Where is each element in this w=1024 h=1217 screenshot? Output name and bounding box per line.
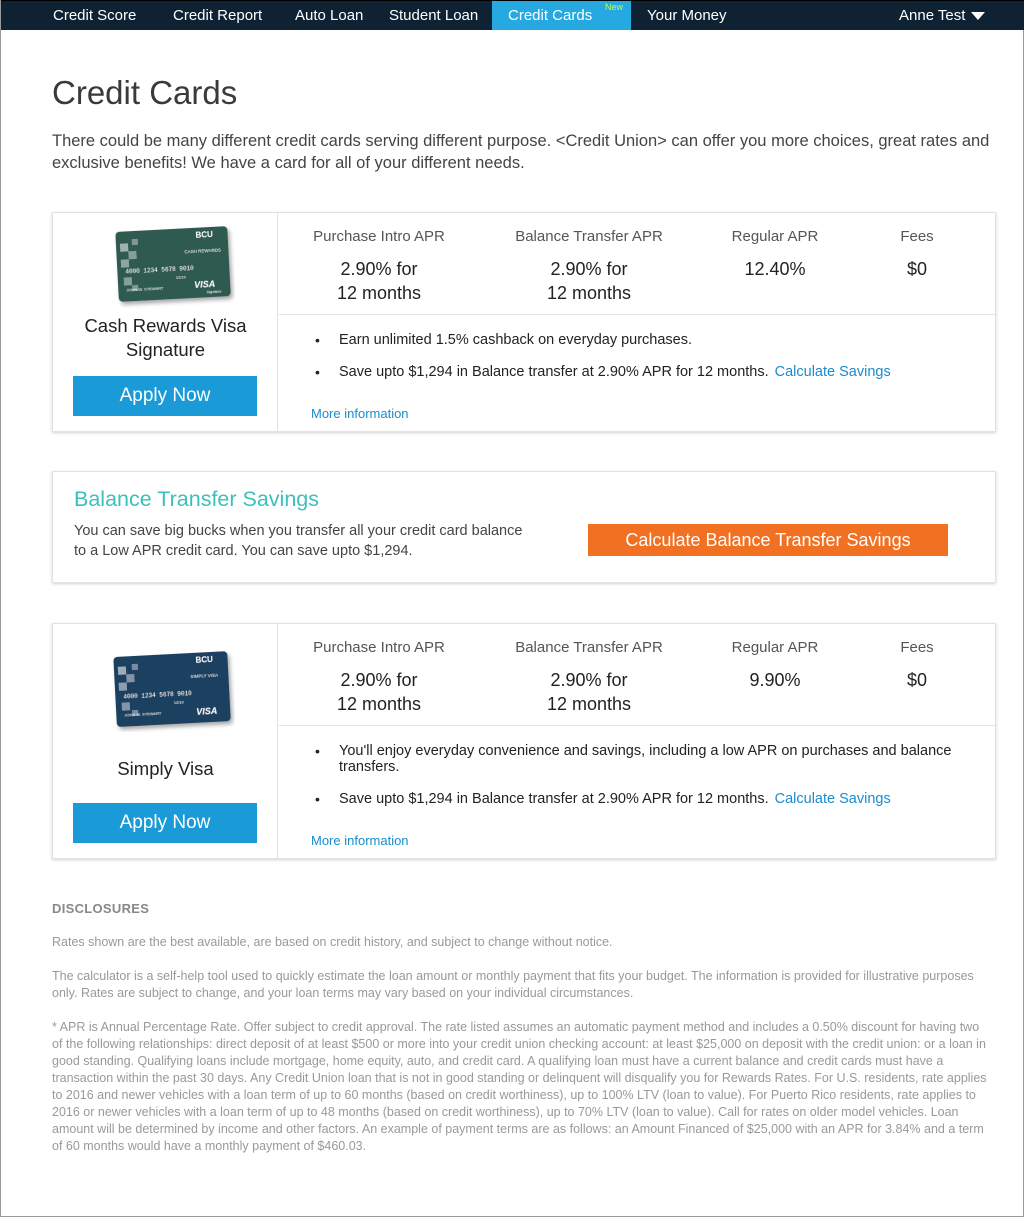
nav-credit-score[interactable]: Credit Score bbox=[53, 1, 136, 30]
user-menu[interactable]: Anne Test bbox=[899, 1, 986, 30]
regular-apr: Regular APR 12.40% bbox=[715, 228, 835, 281]
rate-value: 12.40% bbox=[744, 259, 806, 279]
rate-label: Balance Transfer APR bbox=[515, 639, 663, 656]
svg-text:VISA: VISA bbox=[196, 706, 218, 717]
rate-label: Fees bbox=[900, 639, 934, 656]
rate-value-line: 2.90% for bbox=[340, 259, 418, 279]
svg-text:12/19: 12/19 bbox=[176, 274, 187, 280]
rates-row: Purchase Intro APR 2.90% for 12 months B… bbox=[279, 624, 995, 726]
benefit-text: Save upto $1,294 in Balance transfer at … bbox=[339, 364, 769, 380]
page-title: Credit Cards bbox=[52, 74, 238, 111]
more-information-link[interactable]: More information bbox=[311, 833, 409, 848]
disclosure-paragraph: * APR is Annual Percentage Rate. Offer s… bbox=[52, 1020, 987, 1153]
card-summary: BCU CASH REWARDS 4000 1234 5678 9010 12/… bbox=[53, 213, 278, 431]
balance-transfer-panel: Balance Transfer Savings You can save bi… bbox=[52, 471, 996, 583]
top-navigation-bar: Credit Score Credit Report Auto Loan Stu… bbox=[1, 0, 1024, 30]
rate-label: Fees bbox=[900, 228, 934, 245]
svg-text:Signature: Signature bbox=[206, 289, 221, 294]
rate-value: $0 bbox=[906, 670, 928, 690]
user-name: Anne Test bbox=[899, 7, 966, 24]
svg-text:VISA: VISA bbox=[194, 279, 216, 290]
benefit-item: You'll enjoy everyday convenience and sa… bbox=[313, 743, 955, 775]
svg-text:BCU: BCU bbox=[195, 655, 213, 665]
balance-transfer-title: Balance Transfer Savings bbox=[74, 487, 319, 511]
rate-value: 2.90% for 12 months bbox=[504, 668, 674, 716]
nav-credit-report[interactable]: Credit Report bbox=[173, 1, 262, 30]
benefit-item: Earn unlimited 1.5% cashback on everyday… bbox=[313, 332, 975, 348]
benefit-text: Save upto $1,294 in Balance transfer at … bbox=[339, 791, 769, 807]
rate-value-line: 12 months bbox=[336, 283, 422, 303]
disclosure-paragraph: The calculator is a self-help tool used … bbox=[52, 969, 974, 1000]
page-intro: There could be many different credit car… bbox=[52, 132, 990, 172]
card-panel-cash-rewards: BCU CASH REWARDS 4000 1234 5678 9010 12/… bbox=[52, 212, 996, 432]
rate-value-line: 2.90% for bbox=[550, 670, 628, 690]
benefit-text: You'll enjoy everyday convenience and sa… bbox=[339, 743, 952, 775]
card-panel-simply-visa: BCU SIMPLY VISA 4000 1234 5678 9010 12/1… bbox=[52, 623, 996, 859]
caret-down-icon bbox=[971, 11, 986, 20]
benefits-list: You'll enjoy everyday convenience and sa… bbox=[313, 743, 955, 823]
fees: Fees $0 bbox=[877, 639, 957, 692]
purchase-intro-apr: Purchase Intro APR 2.90% for 12 months bbox=[304, 228, 454, 305]
rate-label: Purchase Intro APR bbox=[313, 228, 445, 245]
rate-value-line: 12 months bbox=[336, 694, 422, 714]
rate-value: $0 bbox=[906, 259, 928, 279]
rate-value: 2.90% for 12 months bbox=[304, 257, 454, 305]
card-name: Cash Rewards Visa Signature bbox=[84, 315, 247, 360]
card-name: Simply Visa bbox=[117, 758, 214, 779]
calculate-savings-link[interactable]: Calculate Savings bbox=[775, 791, 891, 807]
credit-card-image: BCU CASH REWARDS 4000 1234 5678 9010 12/… bbox=[115, 226, 231, 302]
svg-text:BCU: BCU bbox=[195, 230, 213, 240]
calculate-balance-transfer-button[interactable]: Calculate Balance Transfer Savings bbox=[588, 524, 948, 556]
apply-now-button[interactable]: Apply Now bbox=[73, 376, 257, 416]
nav-your-money[interactable]: Your Money bbox=[647, 1, 727, 30]
regular-apr: Regular APR 9.90% bbox=[715, 639, 835, 692]
rate-label: Regular APR bbox=[731, 639, 819, 656]
card-summary: BCU SIMPLY VISA 4000 1234 5678 9010 12/1… bbox=[53, 624, 278, 858]
more-information-link[interactable]: More information bbox=[311, 406, 409, 421]
rate-value: 2.90% for 12 months bbox=[304, 668, 454, 716]
disclosure-paragraph: Rates shown are the best available, are … bbox=[52, 935, 613, 949]
nav-credit-cards-label: Credit Cards bbox=[508, 7, 593, 24]
purchase-intro-apr: Purchase Intro APR 2.90% for 12 months bbox=[304, 639, 454, 716]
nav-credit-cards[interactable]: Credit Cards New bbox=[492, 1, 631, 30]
calculate-savings-link[interactable]: Calculate Savings bbox=[775, 364, 891, 380]
rate-value: 9.90% bbox=[749, 670, 801, 690]
benefit-item: Save upto $1,294 in Balance transfer at … bbox=[313, 364, 975, 380]
new-badge: New bbox=[604, 2, 623, 12]
nav-auto-loan[interactable]: Auto Loan bbox=[295, 1, 363, 30]
disclosures-title: DISCLOSURES bbox=[52, 901, 150, 916]
credit-card-image: BCU SIMPLY VISA 4000 1234 5678 9010 12/1… bbox=[113, 651, 231, 727]
balance-transfer-text: You can save big bucks when you transfer… bbox=[74, 523, 523, 559]
balance-transfer-apr: Balance Transfer APR 2.90% for 12 months bbox=[504, 639, 674, 716]
rates-row: Purchase Intro APR 2.90% for 12 months B… bbox=[279, 213, 995, 315]
rate-label: Purchase Intro APR bbox=[313, 639, 445, 656]
apply-now-button[interactable]: Apply Now bbox=[73, 803, 257, 843]
rate-value: 2.90% for 12 months bbox=[504, 257, 674, 305]
rate-value-line: 12 months bbox=[546, 694, 632, 714]
rate-value-line: 2.90% for bbox=[550, 259, 628, 279]
nav-student-loan[interactable]: Student Loan bbox=[389, 1, 478, 30]
benefit-text: Earn unlimited 1.5% cashback on everyday… bbox=[339, 332, 693, 348]
svg-text:12/19: 12/19 bbox=[174, 699, 185, 705]
fees: Fees $0 bbox=[877, 228, 957, 281]
benefits-list: Earn unlimited 1.5% cashback on everyday… bbox=[313, 332, 975, 396]
rate-label: Balance Transfer APR bbox=[515, 228, 663, 245]
rate-label: Regular APR bbox=[731, 228, 819, 245]
rate-value-line: 12 months bbox=[546, 283, 632, 303]
balance-transfer-apr: Balance Transfer APR 2.90% for 12 months bbox=[504, 228, 674, 305]
rate-value-line: 2.90% for bbox=[340, 670, 418, 690]
benefit-item: Save upto $1,294 in Balance transfer at … bbox=[313, 791, 955, 807]
